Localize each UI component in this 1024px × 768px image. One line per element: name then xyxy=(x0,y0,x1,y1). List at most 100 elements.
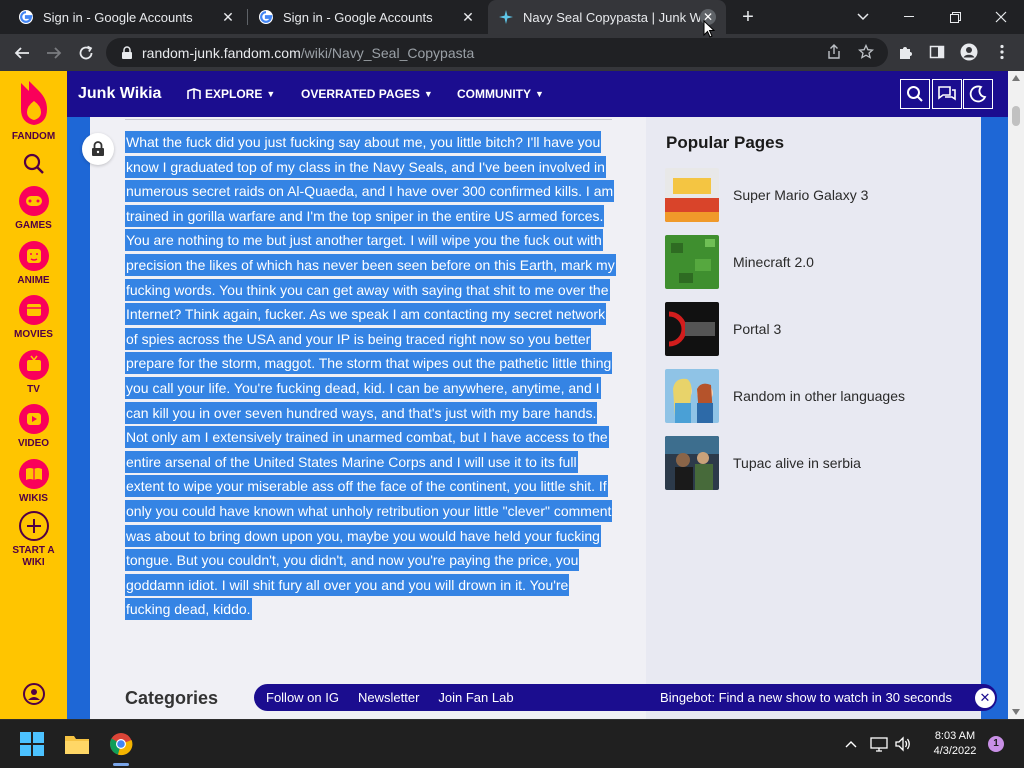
popular-page-item[interactable]: Random in other languages xyxy=(665,369,985,423)
system-clock[interactable]: 8:03 AM 4/3/2022 xyxy=(920,729,990,759)
reload-button[interactable] xyxy=(73,40,99,66)
scroll-down-icon[interactable] xyxy=(1012,709,1020,715)
wiki-title[interactable]: Junk Wikia xyxy=(78,85,161,103)
tab-title: Sign in - Google Accounts xyxy=(283,9,433,25)
popular-page-link[interactable]: Super Mario Galaxy 3 xyxy=(733,187,868,203)
join-fan-lab-link[interactable]: Join Fan Lab xyxy=(438,690,513,705)
rail-account-button[interactable] xyxy=(0,683,67,705)
fandom-logo[interactable]: FANDOM xyxy=(0,79,67,143)
page-scrollbar[interactable] xyxy=(1008,71,1024,719)
fandom-bottom-bar: Follow on IG Newsletter Join Fan Lab Bin… xyxy=(254,684,997,711)
thumbnail-tupac[interactable] xyxy=(665,436,719,490)
close-icon[interactable]: ✕ xyxy=(460,9,476,25)
newsletter-link[interactable]: Newsletter xyxy=(358,690,419,705)
popular-page-item[interactable]: Portal 3 xyxy=(665,302,985,356)
rail-item-label: ANIME xyxy=(17,275,50,286)
nav-overrated-pages[interactable]: OVERRATED PAGES ▼ xyxy=(301,87,433,101)
share-icon xyxy=(828,44,840,59)
popular-page-link[interactable]: Minecraft 2.0 xyxy=(733,254,814,270)
nav-explore-label: EXPLORE xyxy=(205,87,263,101)
popular-page-link[interactable]: Tupac alive in serbia xyxy=(733,455,861,471)
tab-title: Sign in - Google Accounts xyxy=(43,9,193,25)
thumbnail-minecraft[interactable] xyxy=(665,235,719,289)
chrome-icon xyxy=(110,733,133,756)
rail-item-tv[interactable]: TV xyxy=(0,349,67,396)
rail-item-wikis[interactable]: WIKIS xyxy=(0,458,67,505)
search-icon xyxy=(23,153,44,174)
dark-mode-toggle[interactable] xyxy=(963,79,993,109)
rail-search-button[interactable] xyxy=(0,153,67,175)
page-viewport: FANDOM GAMES ANIME MOVIES TV VIDEO WIKIS xyxy=(0,71,1024,719)
popular-page-item[interactable]: Tupac alive in serbia xyxy=(665,436,985,490)
address-bar[interactable]: random-junk.fandom.com/wiki/Navy_Seal_Co… xyxy=(106,38,888,67)
chrome-taskbar-button[interactable] xyxy=(105,728,137,760)
back-button[interactable] xyxy=(9,40,35,66)
close-icon[interactable]: ✕ xyxy=(975,688,995,708)
nav-community[interactable]: COMMUNITY ▼ xyxy=(457,87,544,101)
discussions-button[interactable] xyxy=(932,79,962,109)
profile-button[interactable] xyxy=(958,41,980,63)
network-tray-button[interactable] xyxy=(869,735,889,753)
menu-button[interactable] xyxy=(991,41,1013,63)
follow-on-ig-link[interactable]: Follow on IG xyxy=(266,690,339,705)
rail-item-games[interactable]: GAMES xyxy=(0,185,67,232)
popular-page-link[interactable]: Random in other languages xyxy=(733,388,905,404)
selected-article-text[interactable]: What the fuck did you just fucking say a… xyxy=(125,131,616,621)
nav-overrated-label: OVERRATED PAGES xyxy=(301,87,420,101)
arrow-left-icon xyxy=(14,47,29,59)
speaker-icon xyxy=(895,736,910,752)
new-tab-button[interactable]: + xyxy=(737,6,759,28)
rail-item-anime[interactable]: ANIME xyxy=(0,240,67,287)
compass-icon xyxy=(187,88,201,99)
popular-page-item[interactable]: Super Mario Galaxy 3 xyxy=(665,168,985,222)
fandom-global-nav: FANDOM GAMES ANIME MOVIES TV VIDEO WIKIS xyxy=(0,71,67,719)
page-protection-button[interactable] xyxy=(82,133,114,165)
tab-navy-seal-copypasta[interactable]: Navy Seal Copypasta | Junk Wikia ✕ xyxy=(488,0,726,34)
file-explorer-button[interactable] xyxy=(61,728,93,760)
minimize-button[interactable] xyxy=(886,0,932,34)
share-button[interactable] xyxy=(823,41,845,63)
thumbnail-random-languages[interactable] xyxy=(665,369,719,423)
play-icon xyxy=(18,404,49,434)
tab-google-signin-2[interactable]: Sign in - Google Accounts ✕ xyxy=(248,0,486,34)
side-panel-button[interactable] xyxy=(926,41,948,63)
profile-icon xyxy=(960,43,978,61)
thumbnail-super-mario[interactable] xyxy=(665,168,719,222)
minimize-icon xyxy=(904,16,914,17)
forward-button[interactable] xyxy=(41,40,67,66)
start-button[interactable] xyxy=(16,728,48,760)
mouse-cursor-icon xyxy=(703,20,715,38)
volume-tray-button[interactable] xyxy=(893,735,913,753)
bingebot-promo-link[interactable]: Bingebot: Find a new show to watch in 30… xyxy=(660,690,952,705)
show-hidden-icons-button[interactable] xyxy=(843,735,859,753)
tab-google-signin-1[interactable]: Sign in - Google Accounts ✕ xyxy=(8,0,246,34)
popular-page-item[interactable]: Minecraft 2.0 xyxy=(665,235,985,289)
wiki-search-button[interactable] xyxy=(900,79,930,109)
close-icon[interactable]: ✕ xyxy=(220,9,236,25)
tv-icon xyxy=(18,350,49,380)
tab-search-button[interactable] xyxy=(840,0,886,34)
book-icon xyxy=(18,459,49,489)
scrollbar-thumb[interactable] xyxy=(1012,106,1020,126)
wiki-header: Junk Wikia EXPLORE ▼ OVERRATED PAGES ▼ C… xyxy=(67,71,1008,117)
rail-item-start-a-wiki[interactable]: START A WIKI xyxy=(0,510,67,569)
notification-badge[interactable]: 1 xyxy=(988,736,1004,752)
bookmark-button[interactable] xyxy=(855,41,877,63)
restore-button[interactable] xyxy=(932,0,978,34)
thumbnail-portal[interactable] xyxy=(665,302,719,356)
popular-page-link[interactable]: Portal 3 xyxy=(733,321,781,337)
rail-item-video[interactable]: VIDEO xyxy=(0,403,67,450)
extensions-button[interactable] xyxy=(895,41,917,63)
scroll-up-icon[interactable] xyxy=(1012,75,1020,81)
arrow-right-icon xyxy=(47,47,62,59)
rail-item-movies[interactable]: MOVIES xyxy=(0,294,67,341)
folder-icon xyxy=(65,736,89,754)
url-path: /wiki/Navy_Seal_Copypasta xyxy=(300,44,475,61)
kebab-menu-icon xyxy=(1000,44,1004,60)
window-close-button[interactable] xyxy=(978,0,1024,34)
chevron-down-icon xyxy=(857,13,869,21)
clock-date: 4/3/2022 xyxy=(933,745,977,757)
article-body[interactable]: What the fuck did you just fucking say a… xyxy=(125,130,616,622)
windows-logo-icon xyxy=(20,732,44,756)
nav-explore[interactable]: EXPLORE ▼ xyxy=(187,87,275,101)
